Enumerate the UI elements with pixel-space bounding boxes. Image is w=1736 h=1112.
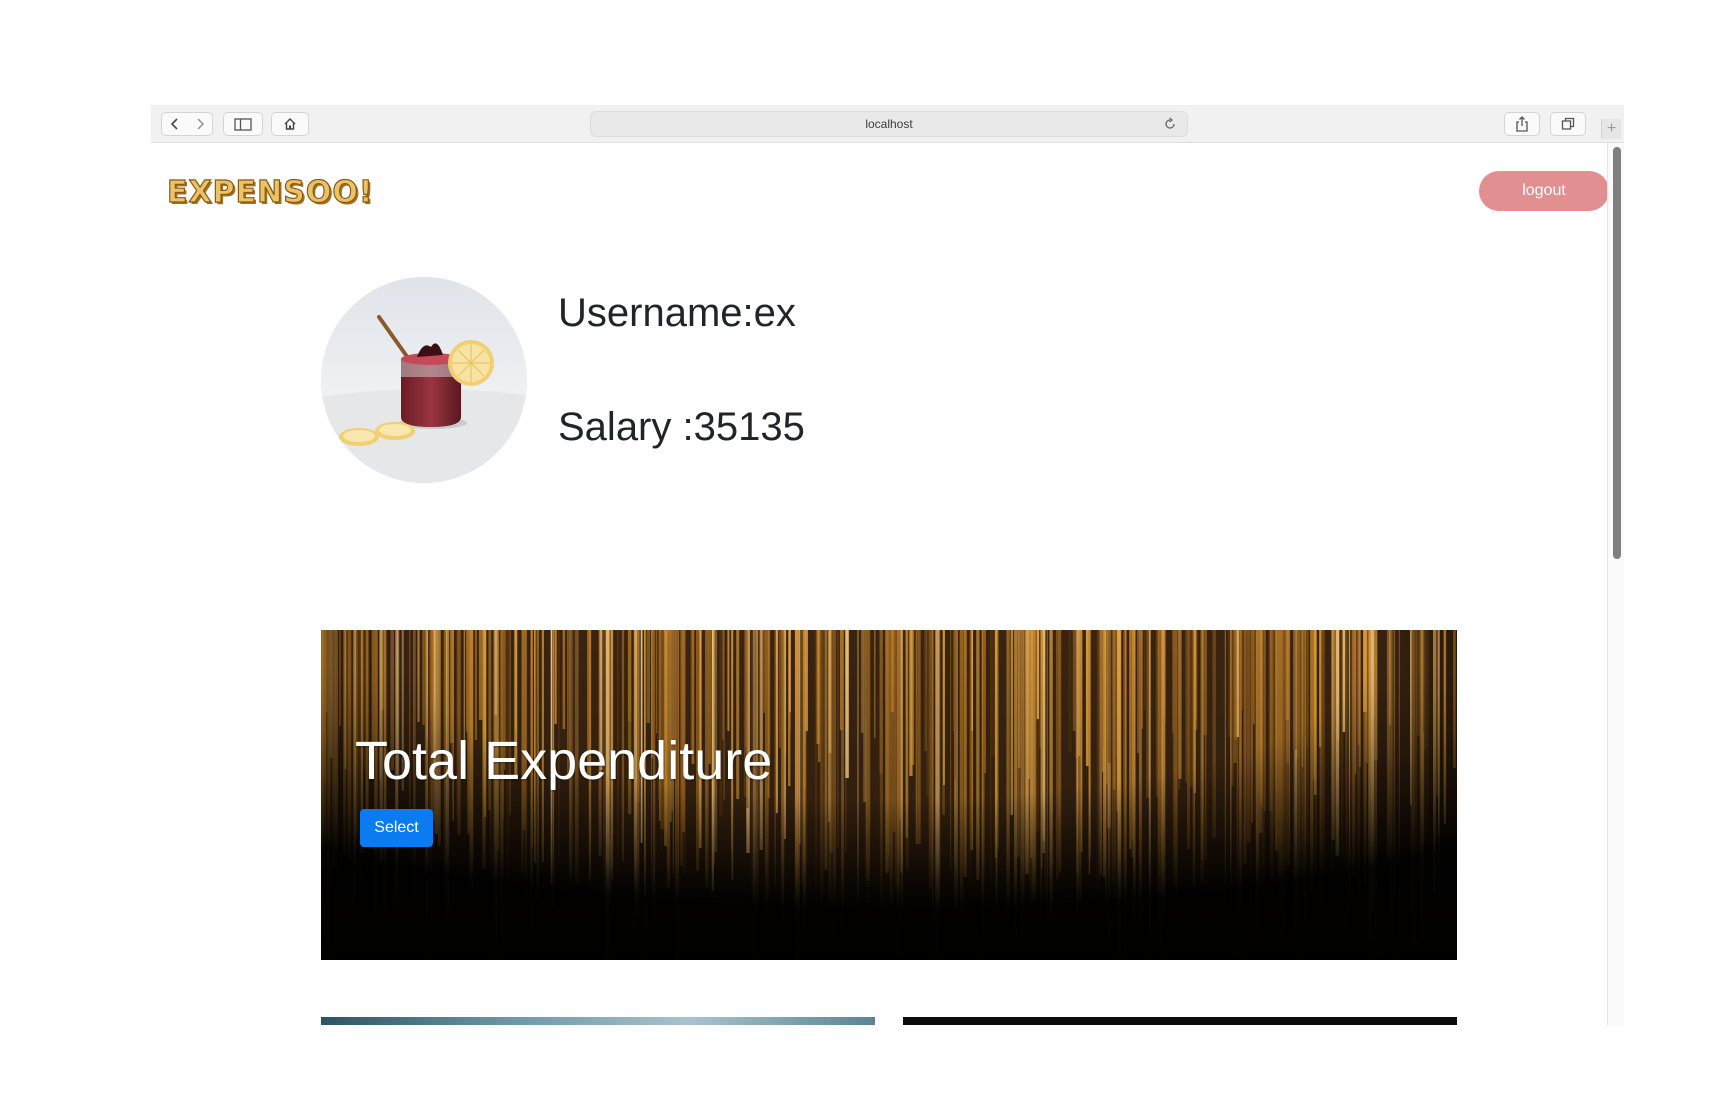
select-button[interactable]: Select [360,809,433,847]
username-label: Username: [558,291,754,335]
browser-window: localhost + EXPENSOO! logout Username:ex… [151,105,1624,1025]
forward-arrow-icon [196,118,204,130]
sidebar-toggle-button[interactable] [223,112,263,136]
app-logo[interactable]: EXPENSOO! [166,174,374,210]
tabs-icon [1561,117,1575,130]
logout-button[interactable]: logout [1479,171,1607,211]
salary-value: 35135 [693,405,805,449]
salary-line: Salary :35135 [558,405,805,450]
vertical-scrollbar[interactable] [1607,143,1624,1025]
address-text: localhost [865,117,913,131]
new-tab-button[interactable]: + [1601,119,1621,139]
reload-icon[interactable] [1163,117,1177,131]
username-value: ex [753,291,796,335]
share-button[interactable] [1504,112,1540,136]
address-bar[interactable]: localhost [590,111,1188,137]
avatar-drink-image [321,277,527,483]
card-preview-left [321,1017,875,1025]
back-arrow-icon [170,118,178,130]
browser-toolbar: localhost + [151,105,1624,143]
share-icon [1516,116,1528,132]
scrollbar-thumb[interactable] [1613,147,1621,559]
sidebar-icon [234,117,252,131]
username-line: Username:ex [558,291,796,336]
total-expenditure-card: Total Expenditure Select [321,630,1457,960]
home-icon [284,118,296,130]
page-content: EXPENSOO! logout Username:ex Salary:351… [151,143,1607,1025]
hero-background-image [321,630,1457,960]
back-button[interactable] [162,113,187,135]
card-preview-right [903,1017,1457,1025]
salary-label: Salary : [558,405,694,449]
card-title: Total Expenditure [355,731,773,791]
nav-button-group [161,112,213,136]
forward-button[interactable] [187,113,212,135]
home-button[interactable] [271,112,309,136]
tabs-overview-button[interactable] [1550,112,1586,136]
avatar [321,277,527,483]
